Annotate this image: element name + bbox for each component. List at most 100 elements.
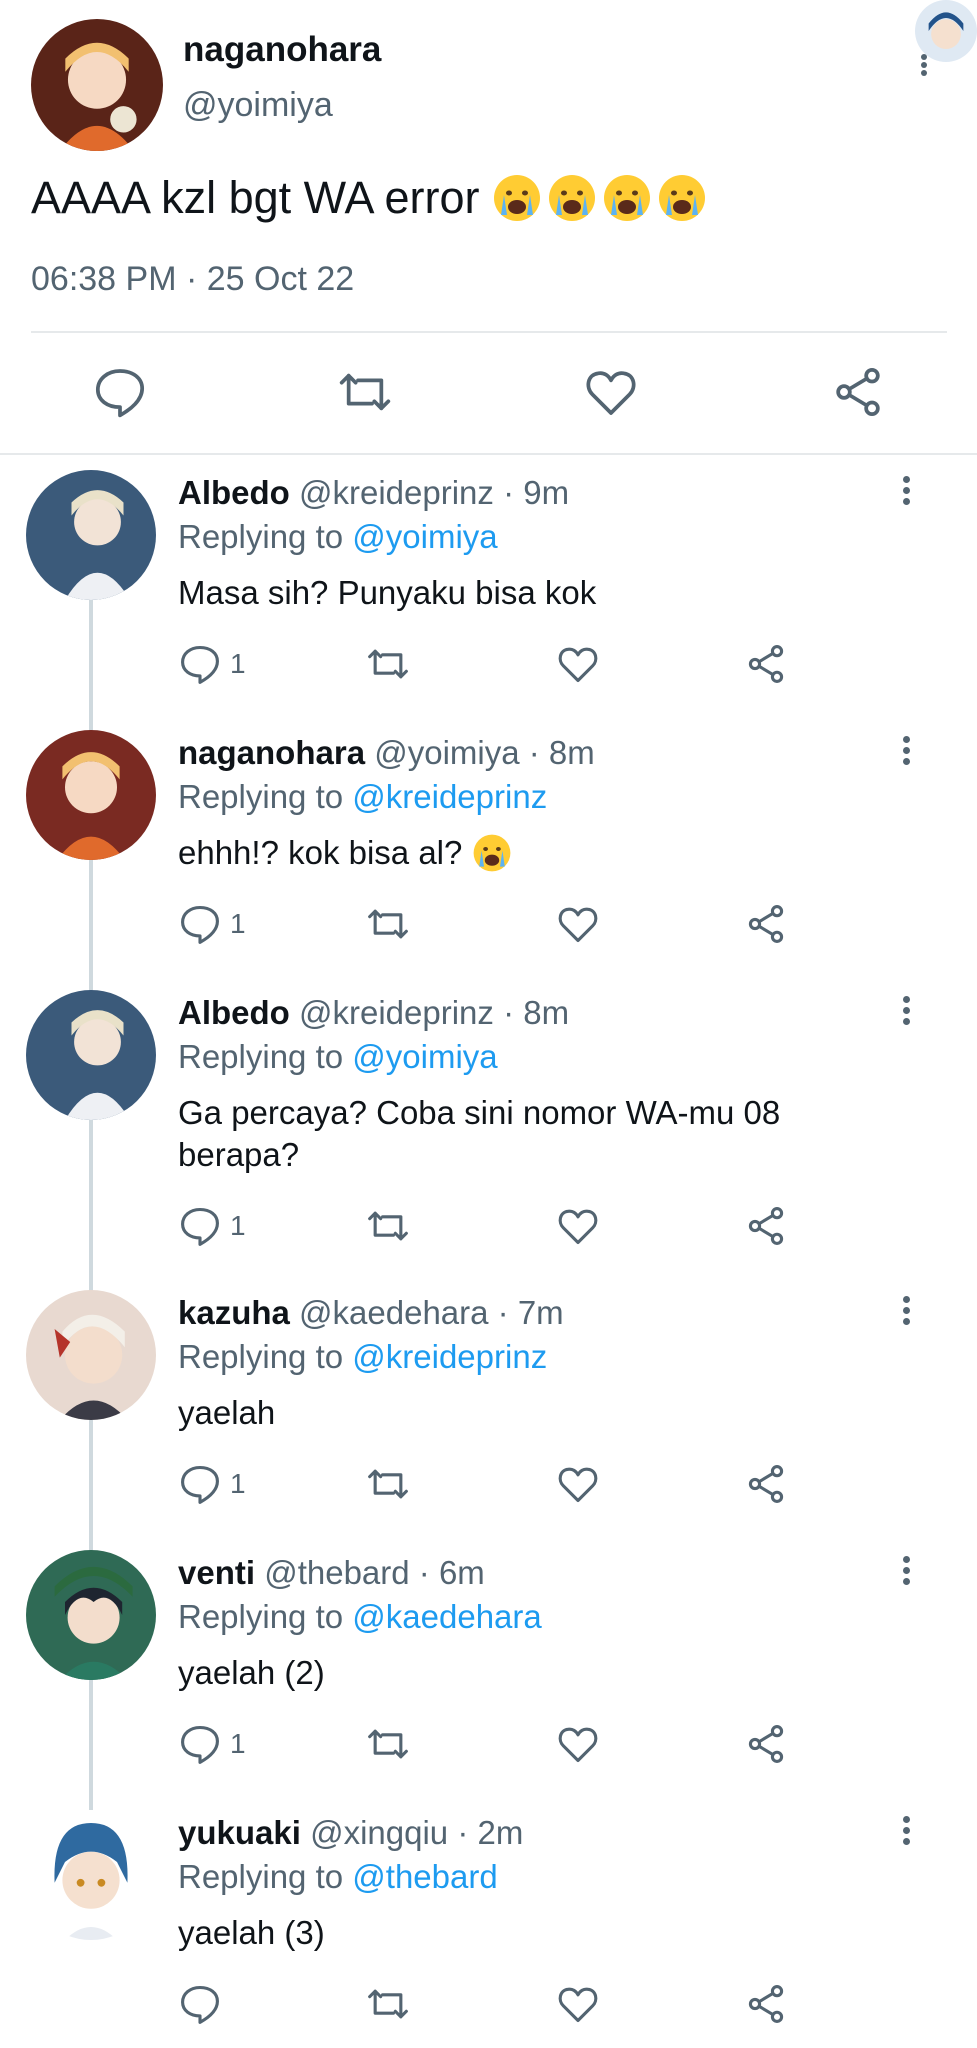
mention-link[interactable]: @yoimiya — [352, 1038, 497, 1075]
reply-avatar[interactable] — [26, 1290, 156, 1420]
reply-header: kazuha @kaedehara · 7m — [178, 1294, 564, 1332]
tweet-action-bar — [0, 364, 977, 424]
mention-link[interactable]: @yoimiya — [352, 518, 497, 555]
replying-to-line: Replying to @yoimiya — [178, 1038, 498, 1076]
reply-author-handle[interactable]: @thebard · 6m — [264, 1554, 485, 1591]
reply-action-bar: 1 — [0, 642, 977, 690]
like-button[interactable] — [556, 1982, 600, 2026]
share-button[interactable] — [744, 642, 788, 686]
like-icon — [558, 1987, 598, 2023]
reply-text: Ga percaya? Coba sini nomor WA-mu 08 ber… — [178, 1094, 781, 1173]
like-icon — [558, 1727, 598, 1763]
share-icon — [748, 1207, 784, 1245]
reply-author-name[interactable]: yukuaki — [178, 1814, 301, 1851]
retweet-button[interactable] — [366, 642, 410, 686]
reply-author-name[interactable]: Albedo — [178, 474, 290, 511]
replying-prefix: Replying to — [178, 1858, 344, 1895]
more-options-icon[interactable] — [903, 1816, 911, 1848]
retweet-icon[interactable] — [337, 364, 393, 420]
reply-author-name[interactable]: kazuha — [178, 1294, 290, 1331]
share-icon[interactable] — [830, 364, 886, 420]
share-button[interactable] — [744, 902, 788, 946]
reply-avatar[interactable] — [26, 990, 156, 1120]
reply-avatar[interactable] — [26, 470, 156, 600]
mention-link[interactable]: @kreideprinz — [352, 778, 547, 815]
like-button[interactable] — [556, 902, 600, 946]
reply-text: yaelah (3) — [178, 1914, 325, 1951]
reply-author-name[interactable]: venti — [178, 1554, 255, 1591]
share-button[interactable] — [744, 1722, 788, 1766]
replying-prefix: Replying to — [178, 778, 344, 815]
author-name[interactable]: naganohara — [183, 30, 381, 70]
author-handle[interactable]: @yoimiya — [183, 86, 333, 125]
like-icon — [558, 647, 598, 683]
reply-button[interactable]: 1 — [178, 642, 246, 686]
tweet-timestamp[interactable]: 06:38 PM · 25 Oct 22 — [31, 260, 354, 299]
replying-prefix: Replying to — [178, 1598, 344, 1635]
more-options-icon[interactable] — [903, 1296, 911, 1328]
replying-prefix: Replying to — [178, 1038, 344, 1075]
reply-avatar[interactable] — [26, 1810, 156, 1940]
avatar-image — [26, 1550, 156, 1680]
reply-button[interactable] — [178, 1982, 230, 2026]
like-icon[interactable] — [583, 364, 639, 420]
like-button[interactable] — [556, 1204, 600, 1248]
reply-button[interactable]: 1 — [178, 902, 246, 946]
account-switcher-avatar[interactable] — [915, 0, 977, 62]
share-button[interactable] — [744, 1462, 788, 1506]
retweet-icon — [368, 1211, 408, 1241]
more-options-icon[interactable] — [903, 996, 911, 1028]
share-button[interactable] — [744, 1982, 788, 2026]
more-options-icon[interactable] — [903, 1556, 911, 1588]
reply-author-handle[interactable]: @kreideprinz · 9m — [299, 474, 569, 511]
mention-link[interactable]: @thebard — [352, 1858, 497, 1895]
like-button[interactable] — [556, 642, 600, 686]
retweet-button[interactable] — [366, 1722, 410, 1766]
avatar-image — [26, 990, 156, 1120]
reply-avatar[interactable] — [26, 730, 156, 860]
reply-button[interactable]: 1 — [178, 1204, 246, 1248]
mention-link[interactable]: @kreideprinz — [352, 1338, 547, 1375]
reply-header: Albedo @kreideprinz · 9m — [178, 474, 569, 512]
author-avatar[interactable] — [31, 19, 163, 151]
divider — [0, 453, 977, 455]
retweet-icon — [368, 1989, 408, 2019]
reply-author-handle[interactable]: @yoimiya · 8m — [374, 734, 595, 771]
retweet-button[interactable] — [366, 1462, 410, 1506]
reply-text: yaelah — [178, 1394, 276, 1431]
reply-icon — [181, 1465, 219, 1504]
reply-author-name[interactable]: Albedo — [178, 994, 290, 1031]
retweet-button[interactable] — [366, 1982, 410, 2026]
reply-author-name[interactable]: naganohara — [178, 734, 365, 771]
retweet-button[interactable] — [366, 902, 410, 946]
reply-icon — [181, 1985, 219, 2024]
like-icon — [558, 1209, 598, 1245]
reply-author-handle[interactable]: @kaedehara · 7m — [299, 1294, 564, 1331]
reply-action-bar: 1 — [0, 1204, 977, 1252]
more-options-icon[interactable] — [920, 54, 928, 78]
reply-text-row: ehhh!? kok bisa al? — [178, 832, 898, 874]
share-button[interactable] — [744, 1204, 788, 1248]
reply-icon[interactable] — [92, 364, 148, 420]
divider — [31, 331, 947, 333]
like-button[interactable] — [556, 1462, 600, 1506]
reply-avatar[interactable] — [26, 1550, 156, 1680]
mention-link[interactable]: @kaedehara — [352, 1598, 541, 1635]
reply-action-bar — [0, 1982, 977, 2030]
retweet-button[interactable] — [366, 1204, 410, 1248]
crying-face-emoji — [473, 834, 511, 872]
avatar-image — [26, 1810, 156, 1940]
share-icon — [748, 645, 784, 683]
reply-button[interactable]: 1 — [178, 1722, 246, 1766]
reply-button[interactable]: 1 — [178, 1462, 246, 1506]
more-options-icon[interactable] — [903, 476, 911, 508]
more-options-icon[interactable] — [903, 736, 911, 768]
reply-header: venti @thebard · 6m — [178, 1554, 485, 1592]
reply-count: 1 — [230, 648, 246, 679]
replying-prefix: Replying to — [178, 518, 344, 555]
reply-author-handle[interactable]: @kreideprinz · 8m — [299, 994, 569, 1031]
reply-author-handle[interactable]: @xingqiu · 2m — [310, 1814, 523, 1851]
replying-to-line: Replying to @kreideprinz — [178, 778, 547, 816]
crying-face-emoji — [549, 175, 596, 221]
like-button[interactable] — [556, 1722, 600, 1766]
